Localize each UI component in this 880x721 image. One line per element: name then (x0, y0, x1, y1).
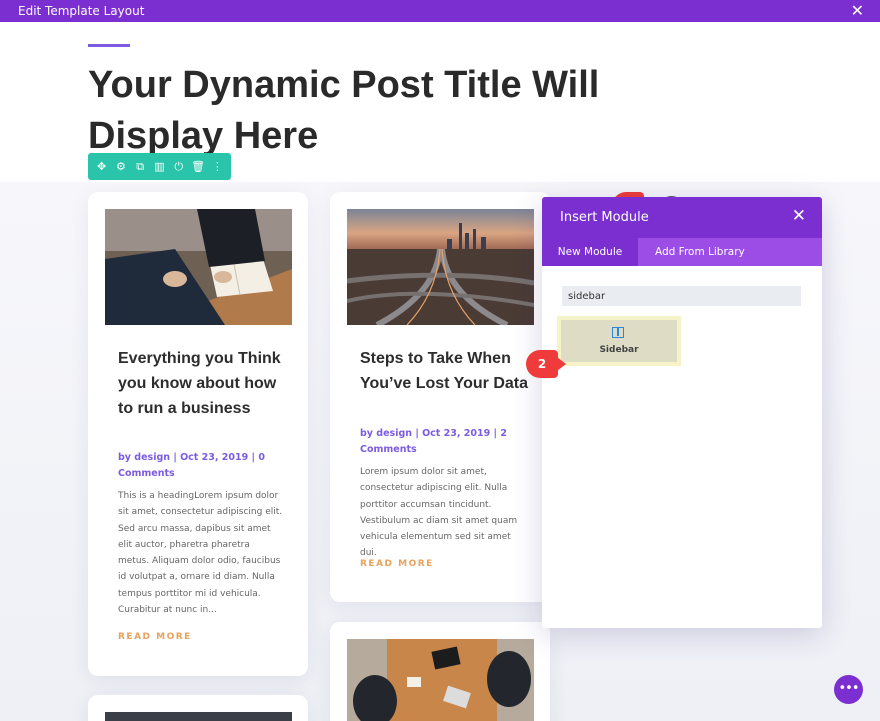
card-1-excerpt: This is a headingLorem ipsum dolor sit a… (118, 491, 283, 616)
sidebar-module-button[interactable]: Sidebar (557, 316, 681, 366)
step-marker-2: 2 (526, 350, 566, 378)
team-meeting-image (347, 639, 534, 721)
business-meeting-image (105, 209, 292, 325)
card-2-title[interactable]: Steps to Take When You’ve Lost Your Data (360, 346, 530, 396)
sidebar-icon (612, 327, 624, 338)
title-accent-line (88, 44, 130, 47)
tab-add-from-library[interactable]: Add From Library (655, 238, 745, 266)
highway-city-image (347, 209, 534, 325)
trash-icon[interactable]: 🗑 (190, 159, 206, 175)
blog-card-4 (88, 695, 308, 721)
close-panel-icon[interactable]: ✕ (792, 206, 806, 226)
card-4-image (105, 712, 292, 721)
blog-card-3 (330, 622, 550, 721)
power-icon[interactable]: ⏻ (171, 159, 187, 175)
sidebar-module-label: Sidebar (599, 345, 639, 355)
gear-icon[interactable]: ⚙ (113, 159, 129, 175)
row-settings-toolbar: ✥ ⚙ ⧉ ▥ ⏻ 🗑 ⋮ (88, 153, 231, 180)
tab-new-module[interactable]: New Module (542, 238, 638, 266)
panel-title: Insert Module (560, 210, 649, 225)
module-search-input[interactable] (562, 286, 801, 306)
blog-card-1: Everything you Think you know about how … (88, 192, 308, 676)
blog-card-2: Steps to Take When You’ve Lost Your Data… (330, 192, 550, 602)
window-title-bar: Edit Template Layout ✕ (0, 0, 880, 22)
panel-header: Insert Module ✕ (542, 197, 822, 238)
close-window-icon[interactable]: ✕ (851, 1, 864, 20)
card-1-title[interactable]: Everything you Think you know about how … (118, 346, 288, 421)
card-2-read-more[interactable]: READ MORE (360, 559, 434, 569)
card-3-image (347, 639, 534, 721)
page-options-button[interactable]: ••• (834, 675, 863, 704)
card-2-excerpt: Lorem ipsum dolor sit amet, consectetur … (360, 467, 518, 559)
more-vertical-icon[interactable]: ⋮ (209, 159, 225, 175)
columns-icon[interactable]: ▥ (151, 159, 167, 175)
duplicate-icon[interactable]: ⧉ (132, 159, 148, 175)
card-1-image (105, 209, 292, 325)
card-1-meta: by design | Oct 23, 2019 | 0 Comments (118, 452, 265, 479)
panel-tabs: New Module Add From Library (542, 238, 822, 266)
card-1-read-more[interactable]: READ MORE (118, 632, 192, 642)
card-2-meta: by design | Oct 23, 2019 | 2 Comments (360, 428, 507, 455)
post-title: Your Dynamic Post Title Will Display Her… (88, 64, 600, 157)
insert-module-panel: Insert Module ✕ New Module Add From Libr… (542, 197, 822, 628)
move-icon[interactable]: ✥ (94, 159, 110, 175)
window-title: Edit Template Layout (18, 4, 145, 18)
card-2-image (347, 209, 534, 325)
